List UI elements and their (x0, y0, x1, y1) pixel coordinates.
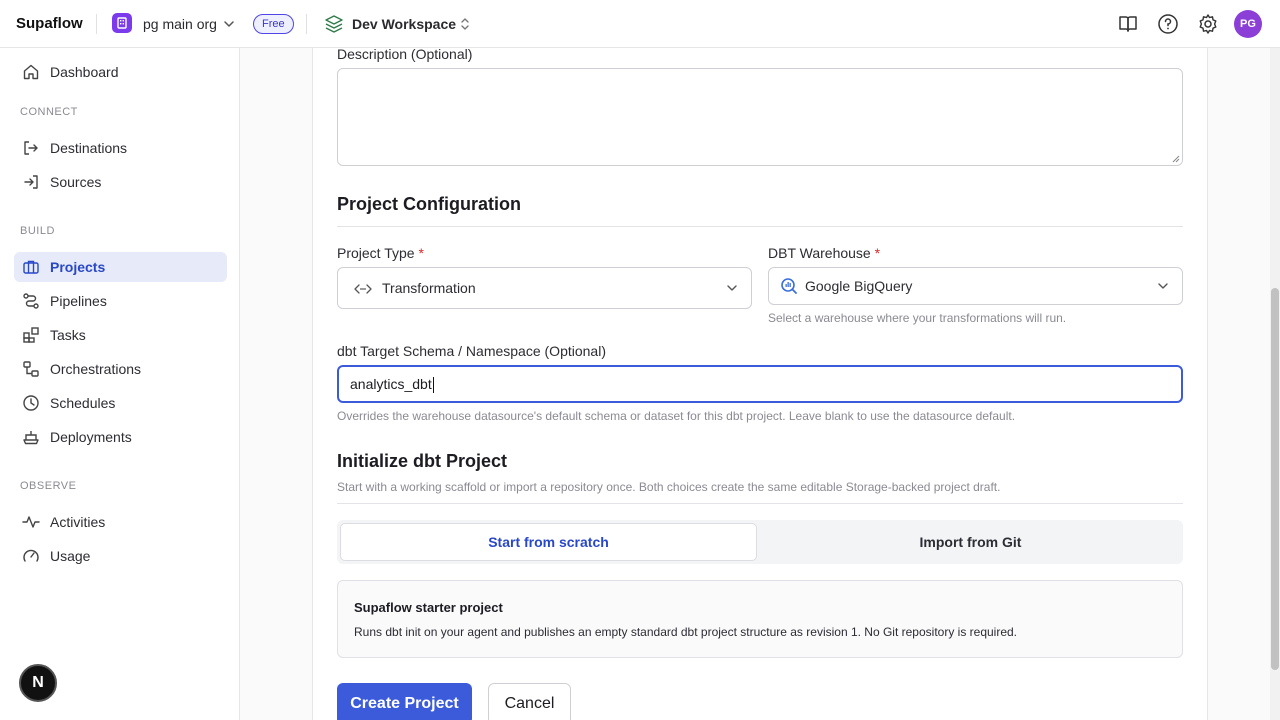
org-switcher-label[interactable]: pg main org (143, 16, 217, 32)
sidebar-item-label: Destinations (50, 140, 128, 156)
required-mark: * (418, 245, 424, 261)
schema-input[interactable]: analytics_dbt (337, 365, 1183, 403)
sidebar-item-label: Pipelines (50, 293, 107, 309)
sidebar-item-orchestrations[interactable]: Orchestrations (14, 354, 227, 384)
settings-gear-icon[interactable] (1197, 13, 1219, 35)
sidebar-item-projects[interactable]: Projects (14, 252, 227, 282)
tab-import-from-git[interactable]: Import from Git (761, 523, 1180, 561)
gauge-icon (23, 549, 39, 562)
create-project-button[interactable]: Create Project (337, 683, 472, 720)
workflow-icon (23, 293, 39, 309)
code-arrows-icon (354, 284, 372, 294)
description-textarea[interactable] (337, 68, 1183, 166)
cancel-button[interactable]: Cancel (488, 683, 571, 720)
schema-help-text: Overrides the warehouse datasource's def… (337, 409, 1016, 423)
chevron-down-icon[interactable] (222, 17, 236, 31)
project-type-label: Project Type * (337, 245, 424, 261)
sidebar-item-label: Deployments (50, 429, 132, 445)
scrollbar-thumb[interactable] (1271, 288, 1279, 670)
init-method-tabs: Start from scratch Import from Git (337, 520, 1183, 564)
initialize-project-subtitle: Start with a working scaffold or import … (337, 480, 1001, 494)
project-type-select[interactable]: Transformation (337, 267, 752, 309)
user-avatar[interactable]: PG (1234, 10, 1262, 38)
blocks-icon (23, 327, 39, 343)
starter-project-card: Supaflow starter project Runs dbt init o… (337, 580, 1183, 658)
required-mark: * (874, 245, 881, 261)
initialize-project-heading: Initialize dbt Project (337, 451, 508, 471)
sidebar-item-label: Projects (50, 259, 106, 275)
workspace-switcher-label[interactable]: Dev Workspace (352, 16, 456, 32)
sidebar-item-activities[interactable]: Activities (14, 507, 227, 537)
project-configuration-heading: Project Configuration (337, 194, 521, 214)
section-label-build: BUILD (20, 225, 55, 237)
sidebar-item-label: Activities (50, 514, 106, 530)
sidebar-item-label: Schedules (50, 395, 116, 411)
starter-project-description: Runs dbt init on your agent and publishe… (354, 625, 1018, 639)
warehouse-label: DBT Warehouse * (768, 245, 881, 261)
org-building-icon[interactable] (112, 13, 132, 33)
divider (306, 14, 307, 34)
sidebar-item-label: Sources (50, 174, 102, 190)
help-icon[interactable] (1157, 13, 1179, 35)
sidebar-item-destinations[interactable]: Destinations (14, 133, 227, 163)
section-label-connect: CONNECT (20, 106, 78, 118)
sidebar-item-dashboard[interactable]: Dashboard (14, 57, 227, 87)
warehouse-select[interactable]: Google BigQuery (768, 267, 1183, 305)
chevron-up-down-icon[interactable] (458, 15, 472, 33)
docs-book-icon[interactable] (1117, 13, 1139, 35)
sidebar: Dashboard CONNECT Destinations Sources B… (0, 48, 240, 720)
sidebar-item-usage[interactable]: Usage (14, 541, 227, 571)
briefcase-icon (23, 260, 39, 274)
sidebar-item-label: Usage (50, 548, 91, 564)
sidebar-item-label: Tasks (50, 327, 86, 343)
starter-project-title: Supaflow starter project (354, 600, 503, 615)
sidebar-item-pipelines[interactable]: Pipelines (14, 286, 227, 316)
text-caret (432, 377, 434, 394)
tab-start-from-scratch[interactable]: Start from scratch (340, 523, 757, 561)
brand-logo-text[interactable]: Supaflow (16, 15, 83, 32)
project-type-value: Transformation (382, 280, 476, 296)
home-icon (23, 64, 39, 80)
network-icon (23, 361, 39, 377)
log-in-icon (24, 175, 38, 189)
ship-icon (23, 431, 39, 445)
section-label-observe: OBSERVE (20, 480, 77, 492)
log-out-icon (24, 141, 38, 155)
chevron-down-icon (1158, 283, 1168, 289)
warehouse-help-text: Select a warehouse where your transforma… (768, 311, 1067, 325)
sidebar-item-tasks[interactable]: Tasks (14, 320, 227, 350)
sidebar-item-label: Dashboard (50, 64, 119, 80)
plan-badge: Free (253, 14, 294, 34)
chevron-down-icon (727, 285, 737, 291)
schema-input-value: analytics_dbt (350, 376, 434, 394)
schema-label: dbt Target Schema / Namespace (Optional) (337, 343, 606, 359)
divider (337, 503, 1183, 504)
sidebar-item-label: Orchestrations (50, 361, 142, 377)
resize-handle-icon[interactable] (1172, 155, 1180, 163)
warehouse-value: Google BigQuery (805, 278, 913, 294)
activity-icon (22, 516, 40, 528)
sidebar-item-sources[interactable]: Sources (14, 167, 227, 197)
bigquery-icon (781, 278, 797, 294)
divider (337, 226, 1183, 227)
sidebar-item-deployments[interactable]: Deployments (14, 422, 227, 452)
layers-icon (325, 15, 343, 33)
dev-tools-badge[interactable]: N (19, 664, 57, 702)
sidebar-item-schedules[interactable]: Schedules (14, 388, 227, 418)
top-bar: Supaflow pg main org Free Dev Workspace … (0, 0, 1280, 48)
divider (96, 14, 97, 34)
description-label: Description (Optional) (337, 46, 473, 62)
clock-icon (23, 395, 39, 411)
